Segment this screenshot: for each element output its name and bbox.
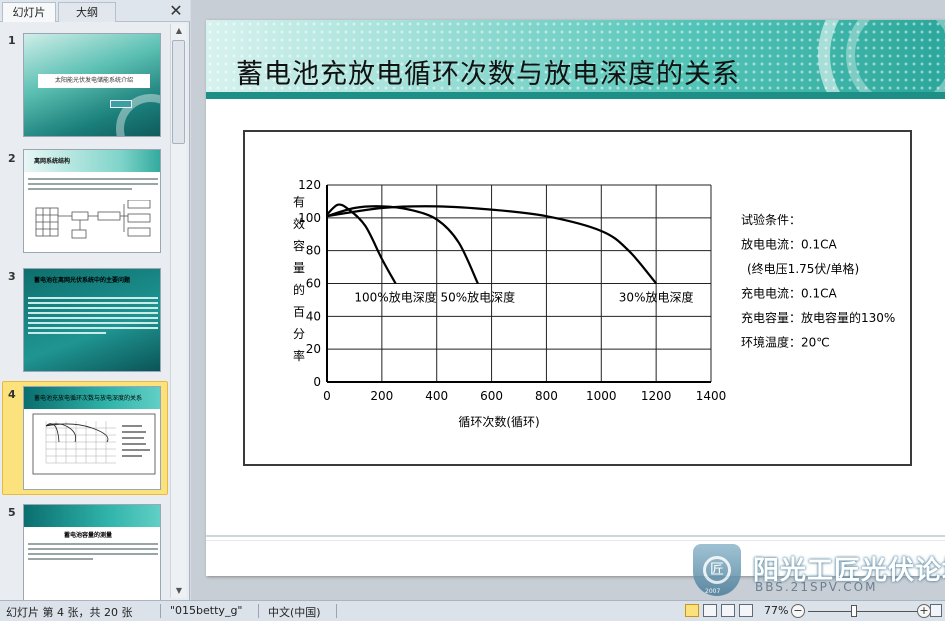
thumbnail-header: 离网系统结构 [24, 150, 160, 172]
test-condition-text: 放电电流：0.1CA [741, 237, 837, 252]
y-axis-label-char: 的 [293, 282, 305, 297]
slide-thumbnail-5[interactable]: 蓄电池容量的测量 [23, 504, 161, 608]
language-indicator[interactable]: 中文(中国) [268, 604, 321, 620]
decorative-ring [846, 20, 945, 99]
decorative-box [110, 100, 132, 108]
slideshow-view-icon[interactable] [739, 604, 753, 617]
cycle-life-chart: 0 200 400 600 800 1000 1200 1400020406080100120… [293, 178, 895, 429]
watermark-url: BBS.21SPV.COM [755, 580, 878, 594]
series-line [326, 203, 397, 285]
x-tick-label: 200 [370, 389, 393, 403]
slide-number: 5 [8, 506, 16, 519]
status-divider [160, 604, 161, 618]
y-axis-label-char: 百 [293, 305, 305, 319]
thumbnail-chart [32, 413, 156, 475]
thumbnail-diagram [35, 200, 151, 239]
slide-number: 1 [8, 34, 16, 47]
y-tick-label: 80 [306, 244, 321, 258]
pane-tabs: 幻灯片 大纲 ✕ [0, 0, 190, 22]
series-label: 100%放电深度 [354, 290, 436, 305]
x-axis-label: 循环次数(循环) [458, 414, 539, 429]
scroll-up-icon[interactable]: ▲ [171, 24, 187, 38]
zoom-slider-handle[interactable] [851, 605, 857, 617]
slide-number: 2 [8, 152, 16, 165]
y-axis-label-char: 有 [293, 195, 305, 209]
slide-thumbnail-2[interactable]: 离网系统结构 [23, 149, 161, 253]
series-label: 30%放电深度 [619, 290, 694, 305]
slide-number: 3 [8, 270, 16, 283]
thumbnail-header: 蓄电池在离网光伏系统中的主要问题 [24, 269, 160, 291]
thumbnail-text [28, 178, 158, 193]
thumbnail-header: 蓄电池充放电循环次数与放电深度的关系 [24, 387, 160, 409]
scroll-down-icon[interactable]: ▼ [171, 584, 187, 598]
test-condition-text: 充电电流：0.1CA [741, 286, 837, 301]
y-tick-label: 120 [298, 178, 321, 192]
y-axis-label-char: 量 [293, 261, 305, 275]
tab-slides[interactable]: 幻灯片 [2, 2, 56, 22]
test-condition-text: 试验条件： [741, 212, 801, 227]
slides-pane: 幻灯片 大纲 ✕ 1 太阳能光伏发电储能系统介绍 2 离网系统结构 3 蓄电池在… [0, 0, 190, 608]
test-condition-text: 充电容量：放电容量的130% [741, 310, 895, 325]
y-axis-label: 有效容量的百分率 [293, 195, 305, 363]
y-tick-label: 40 [306, 309, 321, 323]
fit-to-window-icon[interactable] [930, 604, 942, 617]
y-axis-label-char: 分 [293, 327, 305, 341]
y-tick-label: 60 [306, 277, 321, 291]
watermark-year: 2007 [705, 588, 721, 595]
slide-sorter-view-icon[interactable] [703, 604, 717, 617]
footer-line [206, 535, 945, 537]
slide-thumbnail-4[interactable]: 蓄电池充放电循环次数与放电深度的关系 [23, 386, 161, 490]
thumbnail-text [28, 543, 158, 563]
current-slide[interactable]: 蓄电池充放电循环次数与放电深度的关系 0 200 400 600 800 1000 1200… [206, 20, 945, 576]
thumbnail-title: 蓄电池容量的测量 [64, 532, 113, 539]
normal-view-icon[interactable] [685, 604, 699, 617]
x-tick-label: 600 [480, 389, 503, 403]
status-bar: 幻灯片 第 4 张，共 20 张 "015betty_g" 中文(中国) 77%… [0, 600, 945, 621]
y-axis-label-char: 率 [293, 348, 305, 363]
x-tick-label: 1400 [696, 389, 727, 403]
forum-watermark: 匠 2007 阳光工匠光伏论坛 BBS.21SPV.COM [693, 540, 945, 598]
slide-number: 4 [8, 388, 16, 401]
thumbnail-title: 离网系统结构 [34, 158, 71, 165]
x-tick-label: 1200 [641, 389, 672, 403]
thumbnail-header [24, 505, 160, 527]
pane-scrollbar[interactable]: ▲ ▼ [170, 24, 186, 598]
slide-thumbnail-3[interactable]: 蓄电池在离网光伏系统中的主要问题 [23, 268, 161, 372]
reading-view-icon[interactable] [721, 604, 735, 617]
status-divider [336, 604, 337, 618]
x-tick-label: 0 [323, 389, 331, 403]
y-tick-label: 0 [313, 375, 321, 389]
scrollbar-thumb[interactable] [172, 40, 185, 144]
header-stripe [206, 92, 945, 99]
test-condition-text: (终电压1.75伏/单格) [747, 261, 859, 276]
zoom-out-icon[interactable]: − [791, 604, 805, 618]
x-tick-label: 1000 [586, 389, 617, 403]
zoom-level[interactable]: 77% [764, 604, 788, 617]
tab-outline[interactable]: 大纲 [58, 2, 116, 22]
watermark-glyph: 匠 [703, 556, 731, 584]
x-tick-label: 800 [535, 389, 558, 403]
zoom-in-icon[interactable]: + [917, 604, 931, 618]
slide-title[interactable]: 蓄电池充放电循环次数与放电深度的关系 [236, 52, 740, 91]
test-condition-text: 环境温度：20℃ [741, 335, 830, 350]
y-axis-label-char: 效 [293, 216, 305, 231]
x-tick-label: 400 [425, 389, 448, 403]
y-axis-label-char: 容 [293, 238, 305, 253]
y-tick-label: 20 [306, 342, 321, 356]
thumbnail-title: 蓄电池在离网光伏系统中的主要问题 [34, 277, 131, 284]
zoom-slider-track[interactable] [808, 611, 918, 612]
theme-name[interactable]: "015betty_g" [170, 604, 242, 617]
slide-counter: 幻灯片 第 4 张，共 20 张 [6, 606, 133, 619]
close-pane-icon[interactable]: ✕ [168, 2, 184, 20]
thumbnail-title: 太阳能光伏发电储能系统介绍 [38, 74, 150, 88]
status-divider [258, 604, 259, 618]
slide-thumbnail-1[interactable]: 太阳能光伏发电储能系统介绍 [23, 33, 161, 137]
thumbnail-title: 蓄电池充放电循环次数与放电深度的关系 [34, 395, 143, 402]
series-label: 50%放电深度 [441, 290, 516, 305]
chart-figure[interactable]: 0 200 400 600 800 1000 1200 1400 0 20 40 60 80 100 120… [243, 130, 912, 466]
shield-logo-icon: 匠 2007 [693, 544, 741, 596]
thumbnail-text [28, 297, 158, 337]
